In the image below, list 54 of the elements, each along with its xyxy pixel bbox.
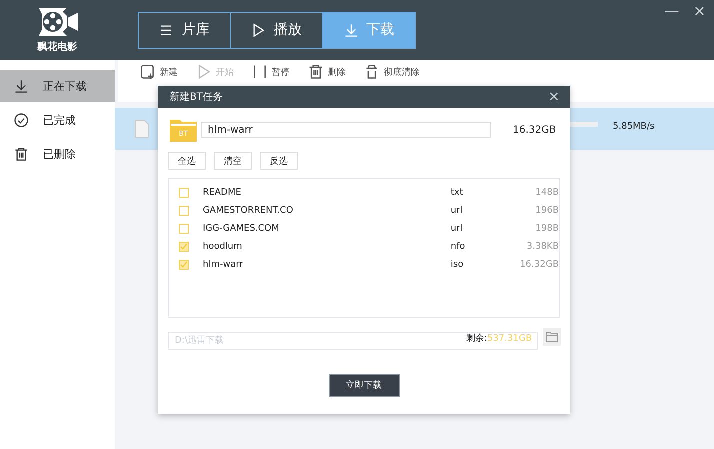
progress-track (570, 122, 598, 127)
toolbar-button[interactable]: 彻底清除 (364, 64, 420, 80)
file-type: txt (450, 188, 464, 198)
toolbar-button[interactable]: 新建 (140, 64, 178, 80)
file-size: 198B (534, 224, 559, 234)
checkbox[interactable] (179, 206, 189, 216)
task-name-field[interactable]: hlm-warr (201, 122, 491, 138)
file-name: GAMESTORRENT.CO (202, 206, 294, 216)
sidebar-item[interactable]: 已完成 (0, 104, 115, 136)
file-icon (135, 120, 149, 138)
clear-icon (364, 64, 380, 80)
check-circle-icon (14, 112, 29, 128)
close-button[interactable]: × (693, 2, 706, 20)
minimize-button[interactable]: — (664, 2, 680, 20)
file-size: 148B (534, 188, 559, 198)
trash-icon (14, 146, 29, 162)
download-now-button[interactable]: 立即下载 (328, 374, 400, 397)
download-icon (344, 22, 358, 38)
trash-icon (308, 64, 324, 80)
new-file-icon (140, 64, 156, 80)
selection-button[interactable]: 反选 (260, 152, 298, 170)
file-size: 3.38KB (526, 242, 559, 252)
file-type: url (450, 224, 464, 234)
browse-folder-button[interactable] (543, 328, 561, 346)
file-type: iso (450, 260, 465, 270)
file-name: README (202, 188, 242, 198)
file-size: 196B (534, 206, 559, 216)
close-button[interactable]: × (548, 89, 560, 105)
checkbox[interactable] (179, 260, 189, 270)
nav-tab[interactable]: 片库 (139, 12, 231, 48)
total-size: 16.32GB (513, 124, 556, 136)
sidebar-item[interactable]: 正在下载 (0, 70, 115, 102)
checkbox[interactable] (179, 242, 189, 252)
app-logo-text: 飘花电影 (38, 40, 78, 54)
play-icon (251, 22, 266, 38)
file-name: hoodlum (203, 242, 244, 252)
checkbox[interactable] (179, 224, 189, 234)
pause-icon (252, 64, 268, 80)
free-space: 剩余:537.31GB (466, 332, 532, 345)
file-size: 16.32GB (519, 260, 559, 270)
download-icon (14, 78, 29, 94)
file-type: url (450, 206, 464, 216)
file-type: nfo (450, 242, 466, 252)
play-icon (196, 64, 212, 80)
checkbox[interactable] (179, 188, 189, 198)
toolbar-button[interactable]: 暂停 (252, 64, 290, 80)
selection-button[interactable]: 全选 (168, 152, 206, 170)
selection-button[interactable]: 清空 (214, 152, 252, 170)
sidebar-item[interactable]: 已删除 (0, 138, 115, 170)
file-name: IGG-GAMES.COM (202, 224, 280, 234)
download-speed: 5.85MB/s (613, 122, 655, 132)
dialog-title: 新建BT任务 (170, 90, 223, 104)
toolbar-button[interactable]: 删除 (308, 64, 346, 80)
file-name: hlm-warr (203, 260, 244, 270)
